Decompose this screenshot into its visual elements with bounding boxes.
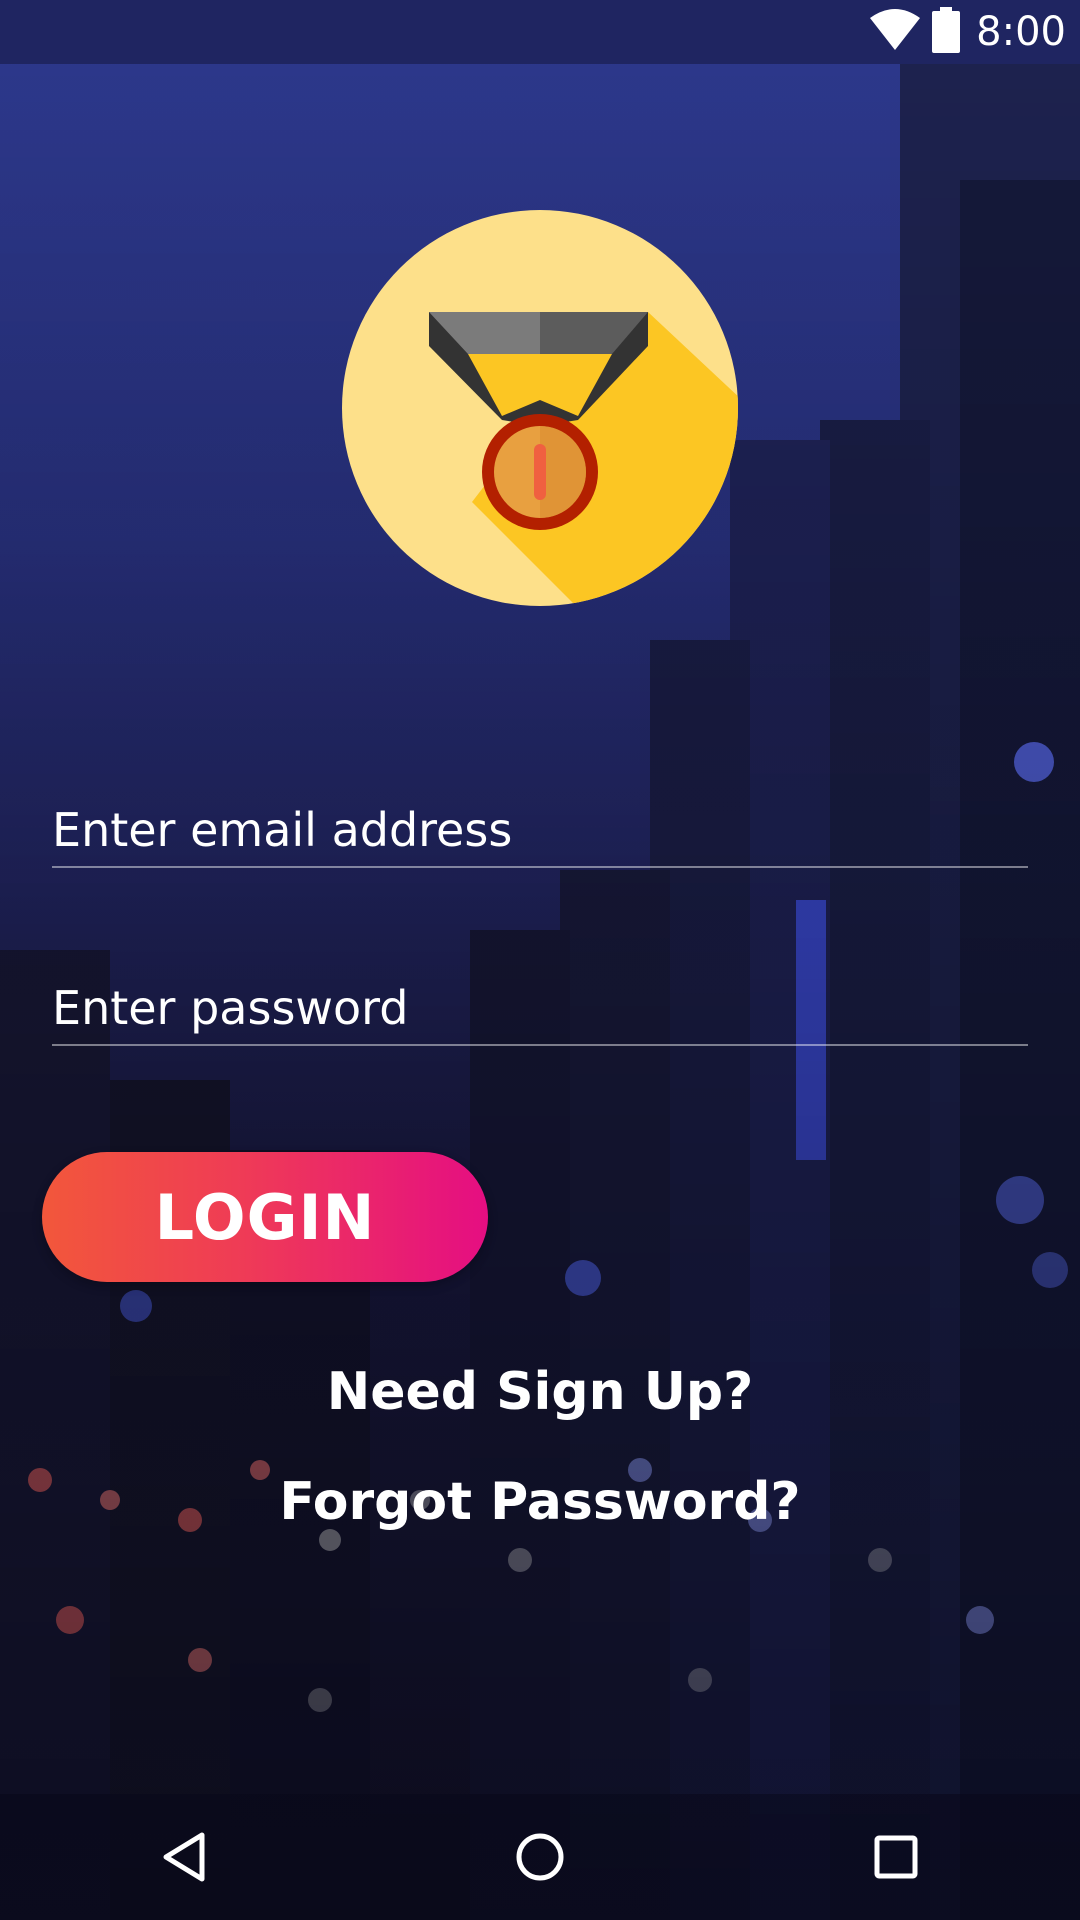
back-button[interactable]	[114, 1794, 254, 1920]
status-icons: 8:00	[868, 0, 1066, 64]
sign-up-link[interactable]: Need Sign Up?	[0, 1362, 1080, 1422]
navigation-bar	[0, 1794, 1080, 1920]
status-time: 8:00	[976, 9, 1066, 55]
email-input[interactable]	[52, 800, 1028, 860]
home-icon	[516, 1833, 564, 1881]
recents-button[interactable]	[826, 1794, 966, 1920]
battery-icon	[932, 6, 961, 58]
password-field-container	[52, 974, 1028, 1046]
login-button[interactable]: LOGIN	[42, 1152, 488, 1282]
back-icon	[163, 1832, 205, 1882]
password-input[interactable]	[52, 978, 1028, 1038]
wifi-icon	[868, 8, 922, 57]
medal-icon	[342, 210, 738, 606]
forgot-password-link[interactable]: Forgot Password?	[0, 1472, 1080, 1532]
recents-icon	[874, 1835, 918, 1879]
home-button[interactable]	[470, 1794, 610, 1920]
login-screen: 8:00 LOGIN Need Sign Up? Forgot Password…	[0, 0, 1080, 1920]
email-field-container	[52, 796, 1028, 868]
status-bar: 8:00	[0, 0, 1080, 64]
